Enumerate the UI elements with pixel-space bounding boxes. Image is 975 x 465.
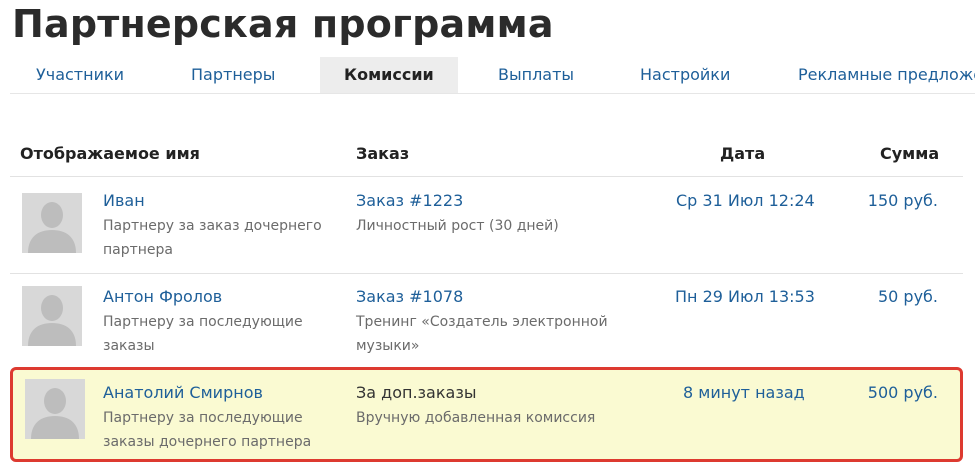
- amount-link[interactable]: 50 руб.: [878, 287, 938, 306]
- order-label: За доп.заказы: [356, 383, 477, 402]
- tab-bar: Участники Партнеры Комиссии Выплаты Наст…: [10, 57, 975, 94]
- table-row: Антон Фролов Партнеру за последующие зак…: [10, 273, 963, 367]
- column-header-name: Отображаемое имя: [20, 144, 200, 163]
- user-silhouette-icon: [25, 379, 85, 439]
- order-detail: Тренинг «Создатель электронной музыки»: [356, 314, 608, 354]
- order-link[interactable]: Заказ #1078: [356, 287, 463, 306]
- tab-participants[interactable]: Участники: [36, 57, 124, 93]
- page-title: Партнерская программа: [12, 2, 554, 46]
- column-header-amount: Сумма: [880, 144, 940, 163]
- amount-link[interactable]: 150 руб.: [868, 191, 938, 210]
- order-link[interactable]: Заказ #1223: [356, 191, 463, 210]
- user-silhouette-icon: [22, 193, 82, 253]
- commission-description: Партнеру за заказ дочернего партнера: [103, 218, 322, 258]
- order-detail: Личностный рост (30 дней): [356, 218, 559, 234]
- tab-payouts[interactable]: Выплаты: [498, 57, 574, 93]
- date-link[interactable]: Пн 29 Июл 13:53: [675, 287, 815, 306]
- commission-description: Партнеру за последующие заказы: [103, 314, 303, 354]
- amount-link[interactable]: 500 руб.: [868, 383, 938, 402]
- member-name-link[interactable]: Антон Фролов: [103, 287, 222, 306]
- avatar: [22, 193, 82, 253]
- table-row: Иван Партнеру за заказ дочернего партнер…: [10, 176, 963, 273]
- member-name-link[interactable]: Иван: [103, 191, 145, 210]
- user-silhouette-icon: [22, 286, 82, 346]
- table-row-highlighted: Анатолий Смирнов Партнеру за последующие…: [10, 367, 963, 462]
- avatar: [22, 286, 82, 346]
- member-name-link[interactable]: Анатолий Смирнов: [103, 383, 263, 402]
- date-link[interactable]: Ср 31 Июл 12:24: [676, 191, 815, 210]
- date-link[interactable]: 8 минут назад: [683, 383, 805, 402]
- tab-partners[interactable]: Партнеры: [191, 57, 275, 93]
- column-header-order: Заказ: [356, 144, 410, 163]
- tab-commissions[interactable]: Комиссии: [320, 57, 458, 93]
- commission-description: Партнеру за последующие заказы дочернего…: [103, 410, 312, 450]
- tab-ad-offers[interactable]: Рекламные предложе: [798, 57, 975, 93]
- tab-settings[interactable]: Настройки: [640, 57, 730, 93]
- column-header-date: Дата: [720, 144, 766, 163]
- avatar: [25, 379, 85, 439]
- order-detail: Вручную добавленная комиссия: [356, 410, 596, 426]
